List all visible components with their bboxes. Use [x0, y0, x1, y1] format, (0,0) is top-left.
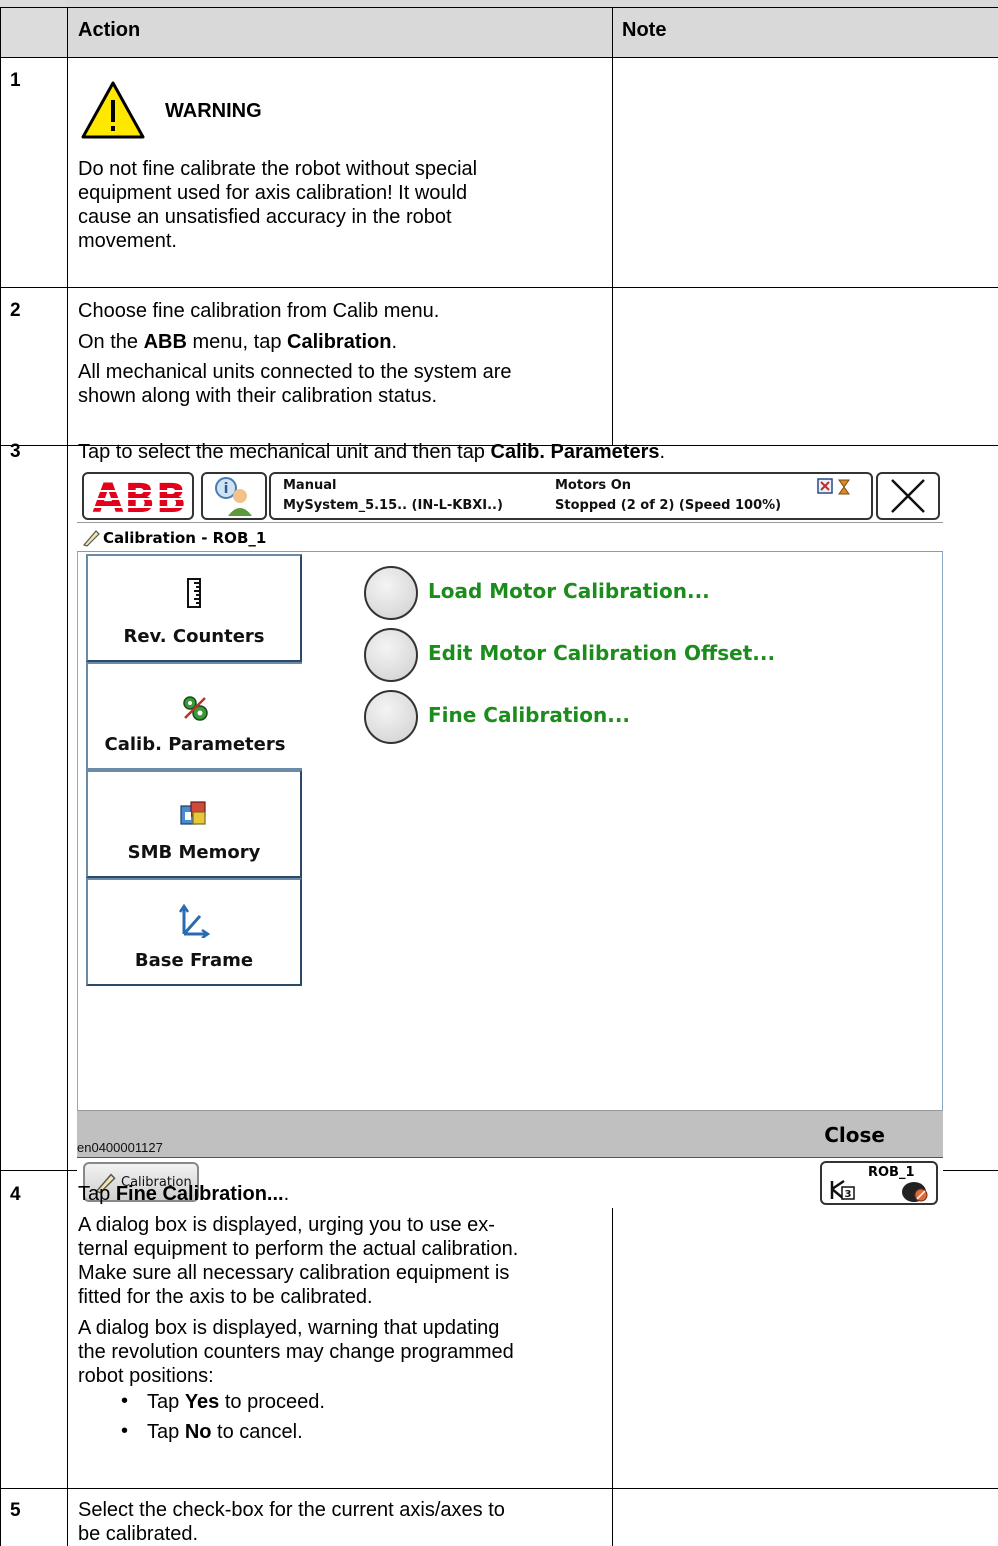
axes-icon: [178, 904, 210, 938]
rob-label: ROB_1: [868, 1165, 915, 1180]
nav-label: Rev. Counters: [123, 626, 265, 647]
step-text: shown along with their calibration statu…: [78, 385, 438, 407]
abb-logo-icon: ABB: [92, 478, 188, 516]
step-text: be calibrated.: [78, 1523, 199, 1545]
status-icons: [817, 478, 850, 495]
figure-caption: en0400001127: [77, 1140, 163, 1155]
warning-text-line: movement.: [78, 230, 177, 252]
warning-text-line: cause an unsatisfied accuracy in the rob…: [78, 206, 452, 228]
step-text: robot positions:: [78, 1365, 214, 1387]
radio-button[interactable]: [364, 628, 418, 682]
nav-calib-parameters[interactable]: Calib. Parameters: [86, 662, 302, 770]
option-load-motor-calibration[interactable]: Load Motor Calibration...: [364, 566, 924, 622]
warning-icon: [81, 81, 145, 139]
status-bar[interactable]: Manual MySystem_5.15.. (IN-L-KBXI..) Mot…: [269, 472, 873, 520]
svg-text:3: 3: [845, 1189, 852, 1200]
step-text: Make sure all necessary calibration equi…: [78, 1262, 510, 1284]
header-action: Action: [78, 19, 141, 41]
nav-label: Base Frame: [134, 950, 254, 971]
header-note: Note: [622, 19, 667, 41]
calibration-content: Rev. Counters Calib. Parameters SMB Memo…: [77, 552, 943, 1110]
table-header-row: [0, 0, 998, 57]
step-text: ternal equipment to perform the actual c…: [78, 1238, 519, 1260]
status-state: Stopped (2 of 2) (Speed 100%): [555, 498, 782, 513]
step-number: 5: [10, 1500, 21, 1521]
nav-rev-counters[interactable]: Rev. Counters: [86, 554, 302, 662]
nav-base-frame[interactable]: Base Frame: [86, 878, 302, 986]
window-title: Calibration - ROB_1: [103, 529, 267, 547]
nav-label: Calib. Parameters: [104, 734, 286, 755]
status-system: MySystem_5.15.. (IN-L-KBXI..): [283, 498, 503, 513]
user-info-icon: i: [215, 477, 252, 516]
motor-icon: [902, 1182, 928, 1202]
step-number: 2: [10, 300, 21, 321]
close-icon: [891, 479, 925, 513]
step-text: Tap Fine Calibration....: [78, 1183, 290, 1205]
option-edit-motor-calibration-offset[interactable]: Edit Motor Calibration Offset...: [364, 628, 924, 684]
close-x-button[interactable]: [876, 472, 940, 520]
step-number: 1: [10, 70, 21, 91]
bullet-item: Tap No to cancel.: [147, 1421, 303, 1443]
flexpendant-screenshot: ABB i Manual MySystem_5.15.. (IN-L-KBXI.…: [77, 470, 943, 1208]
command-bar: Close: [77, 1110, 943, 1158]
mech-unit-icon: 3: [830, 1179, 855, 1200]
step-number: 3: [10, 441, 21, 462]
abb-menu-button[interactable]: ABB: [82, 472, 194, 520]
document-page: Action Note 1 WARNING Do not fine calibr…: [0, 0, 998, 1546]
user-info-button[interactable]: i: [201, 472, 267, 520]
option-label: Edit Motor Calibration Offset...: [428, 641, 776, 665]
option-fine-calibration[interactable]: Fine Calibration...: [364, 690, 924, 746]
step-text: On the ABB menu, tap Calibration.: [78, 331, 398, 353]
gears-icon: [183, 696, 208, 721]
calibration-icon: [82, 530, 100, 547]
ruler-icon: [187, 578, 201, 608]
warning-text-line: equipment used for axis calibration! It …: [78, 182, 468, 204]
step-text: A dialog box is displayed, urging you to…: [78, 1214, 495, 1236]
radio-button[interactable]: [364, 690, 418, 744]
bullet-item: Tap Yes to proceed.: [147, 1391, 325, 1413]
flexpendant-topbar: ABB i Manual MySystem_5.15.. (IN-L-KBXI.…: [77, 470, 943, 522]
svg-text:i: i: [224, 481, 229, 497]
bullet-dot: •: [121, 1390, 129, 1412]
step-text: Tap to select the mechanical unit and th…: [78, 441, 666, 463]
nav-label: SMB Memory: [127, 842, 261, 863]
svg-text:ABB: ABB: [93, 478, 188, 516]
quickset-rob-button[interactable]: ROB_1 3: [820, 1161, 938, 1205]
step-text: fitted for the axis to be calibrated.: [78, 1286, 373, 1308]
bullet-dot: •: [121, 1420, 129, 1442]
radio-button[interactable]: [364, 566, 418, 620]
status-mode: Manual: [283, 478, 337, 493]
option-label: Load Motor Calibration...: [428, 579, 710, 603]
nav-smb-memory[interactable]: SMB Memory: [86, 770, 302, 878]
step-number: 4: [10, 1184, 21, 1205]
step-text: All mechanical units connected to the sy…: [78, 361, 512, 383]
close-button[interactable]: Close: [824, 1123, 885, 1147]
step-text: the revolution counters may change progr…: [78, 1341, 514, 1363]
step-text: Select the check-box for the current axi…: [78, 1499, 505, 1521]
memory-icon: [180, 801, 206, 825]
warning-title: WARNING: [165, 100, 262, 122]
step-text: Choose fine calibration from Calib menu.: [78, 300, 440, 322]
window-titlebar: Calibration - ROB_1: [77, 522, 943, 552]
option-label: Fine Calibration...: [428, 703, 631, 727]
status-motors: Motors On: [555, 478, 631, 493]
warning-text-line: Do not fine calibrate the robot without …: [78, 158, 478, 180]
step-text: A dialog box is displayed, warning that …: [78, 1317, 500, 1339]
